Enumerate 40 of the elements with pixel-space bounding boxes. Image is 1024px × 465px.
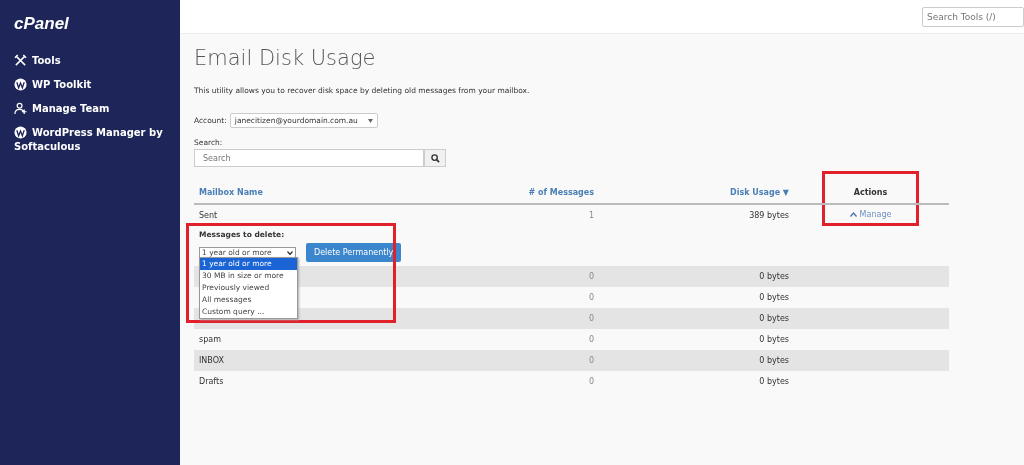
sidebar-item[interactable]: WP Toolkit xyxy=(32,78,92,92)
search-field[interactable]: Search xyxy=(194,149,424,167)
disk-usage: 0 bytes xyxy=(759,356,789,365)
disk-usage: 0 bytes xyxy=(759,293,789,302)
disk-usage: 0 bytes xyxy=(759,377,789,386)
message-count: 0 xyxy=(588,293,594,302)
disk-usage: 0 bytes xyxy=(759,335,789,344)
wordpress-icon xyxy=(14,126,27,139)
message-count: 0 xyxy=(588,314,594,323)
disk-usage: 0 bytes xyxy=(759,272,789,281)
column-header[interactable]: Mailbox Name xyxy=(199,188,263,197)
cpanel-logo: cPanel xyxy=(14,14,69,34)
search-icon xyxy=(430,153,440,163)
column-header[interactable]: Disk Usage ▼ xyxy=(730,188,789,197)
sidebar-item[interactable]: Manage Team xyxy=(32,102,110,116)
tools-icon xyxy=(14,54,27,67)
team-icon xyxy=(14,102,27,115)
mailbox-name: spam xyxy=(199,335,221,344)
chevron-icon xyxy=(849,211,857,217)
message-count: 0 xyxy=(588,377,594,386)
column-header: Actions xyxy=(822,171,919,203)
mailbox-name: INBOX xyxy=(199,356,224,365)
sidebar-item[interactable]: WordPress Manager by Softaculous xyxy=(14,126,180,154)
column-header[interactable]: # of Messages xyxy=(528,188,594,197)
chevron-icon xyxy=(287,250,293,255)
search-tools-field[interactable]: Search Tools (/) xyxy=(922,6,1024,27)
search-button[interactable] xyxy=(424,149,446,167)
page-title: Email Disk Usage xyxy=(194,46,376,70)
caret-icon xyxy=(367,118,373,123)
mailbox-name: Sent xyxy=(199,211,218,220)
delete-permanently-button[interactable]: Delete Permanently xyxy=(306,243,402,262)
message-count: 1 xyxy=(588,211,594,220)
wordpress-icon xyxy=(14,78,27,91)
disk-usage: 0 bytes xyxy=(759,314,789,323)
message-count: 0 xyxy=(588,335,594,344)
disk-usage: 389 bytes xyxy=(749,211,789,220)
mailbox-name: Drafts xyxy=(199,377,224,386)
sidebar-item[interactable]: Tools xyxy=(32,54,61,68)
message-count: 0 xyxy=(588,356,594,365)
message-count: 0 xyxy=(588,272,594,281)
